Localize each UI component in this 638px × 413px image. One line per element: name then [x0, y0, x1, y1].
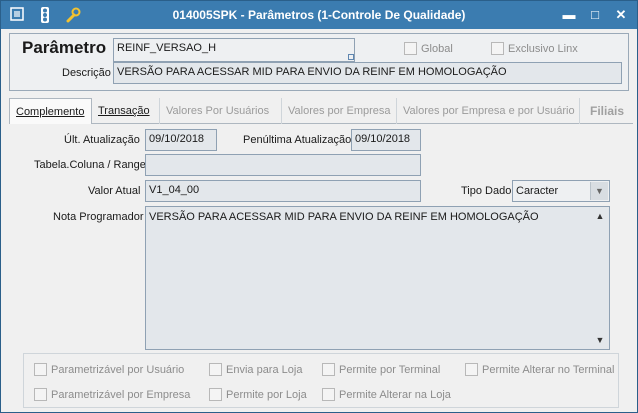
- global-checkbox[interactable]: Global: [404, 42, 453, 55]
- chevron-down-icon[interactable]: ▼: [590, 182, 608, 200]
- parametrizavel-usuario-checkbox[interactable]: Parametrizável por Usuário: [34, 363, 184, 376]
- tab-valores-por-usuarios[interactable]: Valores Por Usuários: [160, 98, 282, 124]
- descricao-label: Descrição: [62, 67, 111, 79]
- parametrizavel-empresa-label: Parametrizável por Empresa: [51, 388, 191, 401]
- ult-atualizacao-field[interactable]: 09/10/2018: [145, 129, 217, 151]
- valor-atual-label: Valor Atual: [88, 185, 141, 197]
- scroll-down-icon[interactable]: ▼: [593, 333, 607, 347]
- checkbox-box[interactable]: [404, 42, 417, 55]
- parametro-input[interactable]: REINF_VERSAO_H: [113, 38, 355, 62]
- permite-alterar-terminal-checkbox[interactable]: Permite Alterar no Terminal: [465, 363, 614, 376]
- tab-complemento[interactable]: Complemento: [9, 98, 92, 125]
- parametrizavel-empresa-checkbox[interactable]: Parametrizável por Empresa: [34, 388, 190, 401]
- checkbox-box[interactable]: [465, 363, 478, 376]
- tab-label: Valores por Empresa e por Usuário: [403, 105, 575, 117]
- checkbox-box[interactable]: [322, 388, 335, 401]
- tipo-dado-value: Caracter: [516, 185, 559, 197]
- exclusivo-linx-label: Exclusivo Linx: [508, 42, 578, 55]
- permite-terminal-checkbox[interactable]: Permite por Terminal: [322, 363, 440, 376]
- tab-valores-por-empresa[interactable]: Valores por Empresa: [282, 98, 397, 124]
- exclusivo-linx-checkbox[interactable]: Exclusivo Linx: [491, 42, 578, 55]
- nota-programador-label: Nota Programador: [53, 211, 144, 223]
- minimize-button[interactable]: ▬: [559, 6, 579, 24]
- flags-panel: Parametrizável por Usuário Envia para Lo…: [23, 353, 619, 408]
- resize-handle-icon: [348, 54, 354, 60]
- envia-loja-label: Envia para Loja: [226, 363, 303, 376]
- tab-label: Filiais: [590, 104, 625, 118]
- permite-alterar-loja-label: Permite Alterar na Loja: [339, 388, 451, 401]
- checkbox-box[interactable]: [491, 42, 504, 55]
- parametros-window: 014005SPK - Parâmetros (1-Controle De Qu…: [0, 0, 638, 413]
- maximize-button[interactable]: □: [585, 6, 605, 24]
- tab-valores-por-empresa-usuario[interactable]: Valores por Empresa e por Usuário: [397, 98, 580, 124]
- window-title: 014005SPK - Parâmetros (1-Controle De Qu…: [172, 8, 466, 22]
- tab-filiais[interactable]: Filiais: [584, 98, 632, 124]
- permite-terminal-label: Permite por Terminal: [339, 363, 441, 376]
- tab-label: Complemento: [16, 106, 85, 118]
- penultima-atualizacao-field[interactable]: 09/10/2018: [351, 129, 421, 151]
- ult-atualizacao-label: Últ. Atualização: [64, 134, 140, 146]
- checkbox-box[interactable]: [34, 363, 47, 376]
- tab-label: Valores por Empresa: [288, 105, 391, 117]
- parametrizavel-usuario-label: Parametrizável por Usuário: [51, 363, 185, 376]
- descricao-input[interactable]: VERSÃO PARA ACESSAR MID PARA ENVIO DA RE…: [113, 62, 622, 84]
- permite-alterar-loja-checkbox[interactable]: Permite Alterar na Loja: [322, 388, 451, 401]
- tab-label: Valores Por Usuários: [166, 105, 270, 117]
- scroll-up-icon[interactable]: ▲: [593, 209, 607, 223]
- tabela-coluna-field[interactable]: [145, 154, 421, 176]
- valor-atual-field[interactable]: V1_04_00: [145, 180, 421, 202]
- checkbox-box[interactable]: [209, 363, 222, 376]
- tipo-dado-select[interactable]: Caracter ▼: [512, 180, 610, 202]
- tab-bar: Complemento Transação Valores Por Usuári…: [9, 98, 633, 125]
- checkbox-box[interactable]: [34, 388, 47, 401]
- permite-loja-checkbox[interactable]: Permite por Loja: [209, 388, 307, 401]
- tab-label: Transação: [98, 105, 150, 117]
- tipo-dado-label: Tipo Dado: [461, 185, 512, 197]
- parametro-panel: Parâmetro REINF_VERSAO_H Global Exclusiv…: [9, 33, 629, 91]
- permite-loja-label: Permite por Loja: [226, 388, 307, 401]
- close-button[interactable]: ✕: [611, 6, 631, 24]
- title-bar: 014005SPK - Parâmetros (1-Controle De Qu…: [1, 1, 637, 29]
- tabela-coluna-label: Tabela.Coluna / Range: [34, 159, 146, 171]
- parametro-label: Parâmetro: [22, 38, 107, 57]
- checkbox-box[interactable]: [209, 388, 222, 401]
- global-label: Global: [421, 42, 453, 55]
- tab-transacao[interactable]: Transação: [92, 98, 160, 124]
- nota-programador-text: VERSÃO PARA ACESSAR MID PARA ENVIO DA RE…: [149, 211, 539, 223]
- checkbox-box[interactable]: [322, 363, 335, 376]
- penultima-atualizacao-label: Penúltima Atualização: [243, 134, 352, 146]
- nota-programador-textarea[interactable]: VERSÃO PARA ACESSAR MID PARA ENVIO DA RE…: [145, 206, 610, 350]
- permite-alterar-terminal-label: Permite Alterar no Terminal: [482, 363, 615, 376]
- envia-loja-checkbox[interactable]: Envia para Loja: [209, 363, 302, 376]
